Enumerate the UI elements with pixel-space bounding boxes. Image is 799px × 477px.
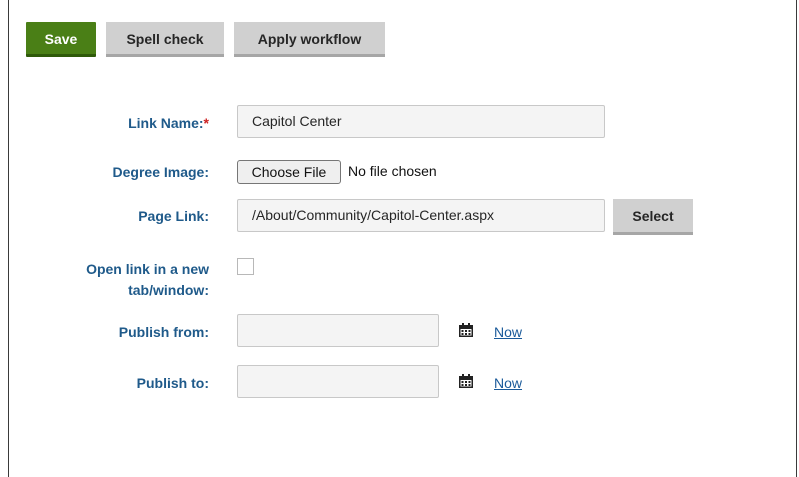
link-name-label: Link Name:*: [128, 113, 209, 134]
editor-frame: [8, 0, 797, 477]
link-name-input[interactable]: Capitol Center: [237, 105, 605, 138]
publish-to-input[interactable]: [237, 365, 439, 398]
publish-to-now-link[interactable]: Now: [494, 375, 522, 391]
spell-check-button[interactable]: Spell check: [106, 22, 224, 57]
save-button[interactable]: Save: [26, 22, 96, 57]
publish-from-now-link[interactable]: Now: [494, 324, 522, 340]
required-marker: *: [203, 115, 209, 131]
publish-from-input[interactable]: [237, 314, 439, 347]
page-link-input[interactable]: /About/Community/Capitol-Center.aspx: [237, 199, 605, 232]
calendar-icon[interactable]: [458, 373, 474, 389]
open-new-tab-label-line2: tab/window:: [128, 282, 209, 298]
file-status-text: No file chosen: [348, 163, 437, 179]
publish-to-label: Publish to:: [136, 375, 209, 391]
publish-from-label: Publish from:: [118, 324, 209, 340]
choose-file-button[interactable]: Choose File: [237, 160, 341, 184]
page-link-label: Page Link:: [138, 208, 209, 224]
open-new-tab-checkbox[interactable]: [237, 258, 254, 275]
degree-image-label: Degree Image:: [112, 164, 209, 180]
select-page-button[interactable]: Select: [613, 199, 693, 235]
open-new-tab-label: Open link in a new tab/window:: [86, 259, 209, 301]
link-name-label-text: Link Name:: [128, 115, 204, 131]
open-new-tab-label-line1: Open link in a new: [86, 261, 209, 277]
calendar-icon[interactable]: [458, 322, 474, 338]
apply-workflow-button[interactable]: Apply workflow: [234, 22, 385, 57]
